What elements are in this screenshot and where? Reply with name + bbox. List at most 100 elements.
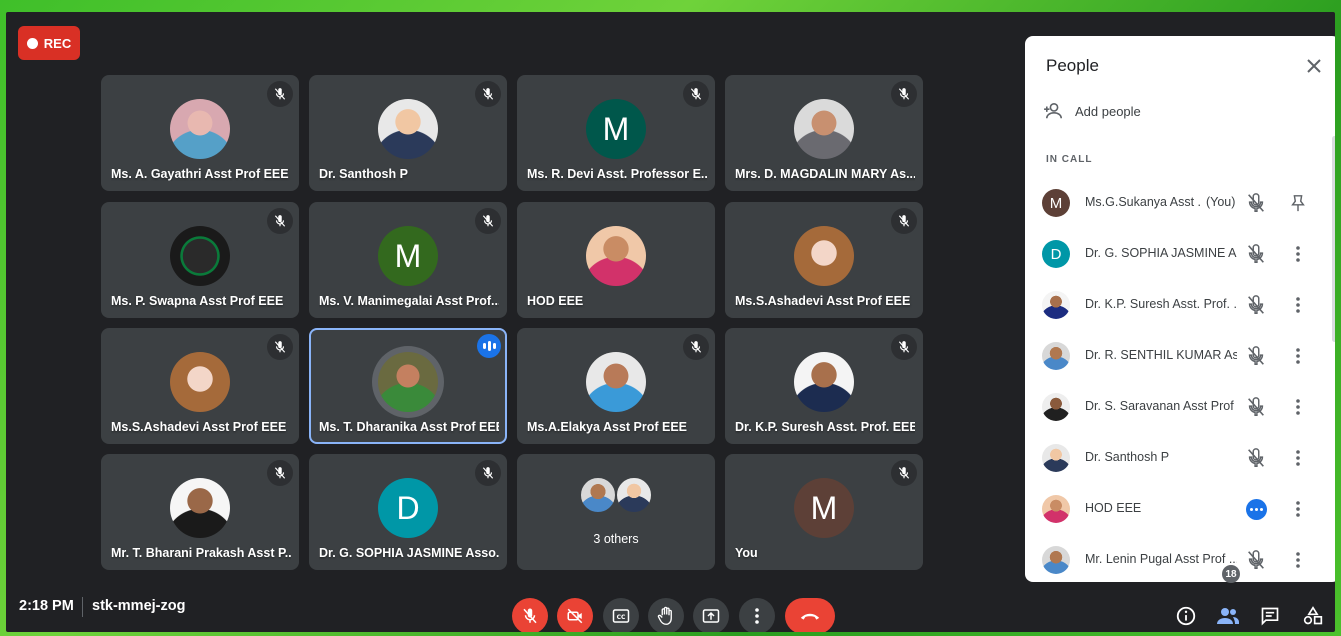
participant-tile[interactable]: Ms.S.Ashadevi Asst Prof EEE xyxy=(101,328,299,444)
captions-icon: CC xyxy=(612,609,630,623)
meeting-details-button[interactable] xyxy=(1172,602,1200,630)
people-button[interactable] xyxy=(1214,602,1242,630)
present-button[interactable] xyxy=(693,598,729,632)
activities-icon xyxy=(1303,606,1323,625)
add-people-label: Add people xyxy=(1075,103,1141,119)
more-options-icon[interactable] xyxy=(1289,243,1307,265)
avatar xyxy=(794,99,854,159)
meet-window: REC Ms. A. Gayathri Asst Prof EEE Dr. Sa… xyxy=(6,12,1335,632)
avatar-initial: D xyxy=(378,478,438,538)
people-list-item[interactable]: D Dr. G. SOPHIA JASMINE A... xyxy=(1025,229,1335,280)
participant-tile-speaking[interactable]: Ms. T. Dharanika Asst Prof EEE xyxy=(309,328,507,444)
people-list-item[interactable]: Dr. Santhosh P xyxy=(1025,433,1335,484)
avatar xyxy=(1042,546,1070,574)
chat-button[interactable] xyxy=(1256,602,1284,630)
mic-off-icon xyxy=(1245,192,1267,214)
more-options-icon[interactable] xyxy=(1289,396,1307,418)
more-options-button[interactable] xyxy=(739,598,775,632)
participant-name: Ms. V. Manimegalai Asst Prof... xyxy=(319,294,499,308)
people-icon xyxy=(1217,608,1239,624)
participant-name: Ms.S.Ashadevi Asst Prof EEE xyxy=(111,420,287,434)
meeting-time: 2:18 PM xyxy=(19,598,74,614)
avatar-initial: M xyxy=(586,99,646,159)
avatar xyxy=(794,226,854,286)
more-options-icon[interactable] xyxy=(1289,549,1307,571)
avatar xyxy=(378,352,438,412)
control-bar: 2:18 PM stk-mmej-zog CC xyxy=(6,584,1335,632)
raise-hand-button[interactable] xyxy=(648,598,684,632)
participant-tile[interactable]: Ms. A. Gayathri Asst Prof EEE xyxy=(101,75,299,191)
avatar xyxy=(586,226,646,286)
more-options-icon[interactable] xyxy=(1289,294,1307,316)
people-list-item[interactable]: Dr. R. SENTHIL KUMAR As... xyxy=(1025,331,1335,382)
captions-button[interactable]: CC xyxy=(603,598,639,632)
avatar xyxy=(170,99,230,159)
people-list-item[interactable]: Dr. K.P. Suresh Asst. Prof. ... xyxy=(1025,280,1335,331)
others-count: 3 others xyxy=(593,532,639,546)
speaking-indicator-icon xyxy=(477,334,501,358)
person-name: Mr. Lenin Pugal Asst Prof ... xyxy=(1085,552,1237,566)
participant-tile[interactable]: Mr. T. Bharani Prakash Asst P... xyxy=(101,454,299,570)
participant-tile[interactable]: Dr. Santhosh P xyxy=(309,75,507,191)
more-options-icon[interactable] xyxy=(1289,498,1307,520)
participant-tile[interactable]: Ms.A.Elakya Asst Prof EEE xyxy=(517,328,715,444)
mic-off-icon xyxy=(475,208,501,234)
recording-label: REC xyxy=(43,35,72,51)
avatar xyxy=(170,478,230,538)
close-icon[interactable] xyxy=(1302,54,1326,78)
participant-count-badge: 18 xyxy=(1222,565,1240,583)
camera-toggle-button[interactable] xyxy=(557,598,593,632)
people-list-item[interactable]: Dr. S. Saravanan Asst Prof ... xyxy=(1025,382,1335,433)
people-list-item[interactable]: Mr. Lenin Pugal Asst Prof ... xyxy=(1025,535,1335,582)
avatar xyxy=(1042,342,1070,370)
mic-toggle-button[interactable] xyxy=(512,598,548,632)
participant-name: Dr. Santhosh P xyxy=(319,167,408,181)
avatar xyxy=(579,476,617,514)
others-tile[interactable]: 3 others xyxy=(517,454,715,570)
more-options-icon[interactable] xyxy=(1289,345,1307,367)
mic-off-icon xyxy=(891,334,917,360)
activities-button[interactable] xyxy=(1299,602,1327,630)
recording-indicator[interactable]: REC xyxy=(18,26,80,60)
present-screen-icon xyxy=(702,609,720,623)
chat-icon xyxy=(1261,607,1279,626)
you-label: (You) xyxy=(1206,195,1236,209)
participant-name: You xyxy=(735,546,758,560)
mic-off-icon xyxy=(475,81,501,107)
participant-name: HOD EEE xyxy=(527,294,584,308)
participant-tile[interactable]: Dr. K.P. Suresh Asst. Prof. EEE xyxy=(725,328,923,444)
add-people-button[interactable]: Add people xyxy=(1043,102,1141,120)
participant-tile[interactable]: Mrs. D. MAGDALIN MARY As... xyxy=(725,75,923,191)
mic-off-icon xyxy=(1245,447,1267,469)
mic-off-icon xyxy=(891,208,917,234)
participant-tile[interactable]: HOD EEE xyxy=(517,202,715,318)
people-list-item[interactable]: HOD EEE xyxy=(1025,484,1335,535)
divider xyxy=(82,597,83,617)
avatar xyxy=(615,476,653,514)
mic-off-icon xyxy=(267,81,293,107)
end-call-button[interactable] xyxy=(785,598,835,632)
mic-off-icon xyxy=(267,334,293,360)
more-options-icon[interactable] xyxy=(1289,447,1307,469)
participant-tile[interactable]: M Ms. R. Devi Asst. Professor E... xyxy=(517,75,715,191)
mic-off-icon xyxy=(267,460,293,486)
participant-tile[interactable]: Ms. P. Swapna Asst Prof EEE xyxy=(101,202,299,318)
pin-icon[interactable] xyxy=(1289,192,1307,214)
people-list-item[interactable]: M Ms.G.Sukanya Asst ... (You) xyxy=(1025,178,1335,229)
add-person-icon xyxy=(1044,102,1063,119)
people-panel: People Add people IN CALL M Ms.G.Sukanya… xyxy=(1025,36,1335,582)
record-dot-icon xyxy=(26,37,38,49)
participant-tile[interactable]: D Dr. G. SOPHIA JASMINE Asso... xyxy=(309,454,507,570)
participant-name: Ms. A. Gayathri Asst Prof EEE xyxy=(111,167,289,181)
mic-off-icon xyxy=(683,81,709,107)
avatar xyxy=(170,226,230,286)
participant-name: Ms.S.Ashadevi Asst Prof EEE xyxy=(735,294,911,308)
avatar-initial: M xyxy=(378,226,438,286)
mic-off-icon xyxy=(891,460,917,486)
self-tile[interactable]: M You xyxy=(725,454,923,570)
participant-tile[interactable]: Ms.S.Ashadevi Asst Prof EEE xyxy=(725,202,923,318)
mic-off-icon xyxy=(267,208,293,234)
participant-tile[interactable]: M Ms. V. Manimegalai Asst Prof... xyxy=(309,202,507,318)
participant-name: Mr. T. Bharani Prakash Asst P... xyxy=(111,546,291,560)
person-name: Dr. Santhosh P xyxy=(1085,450,1170,464)
